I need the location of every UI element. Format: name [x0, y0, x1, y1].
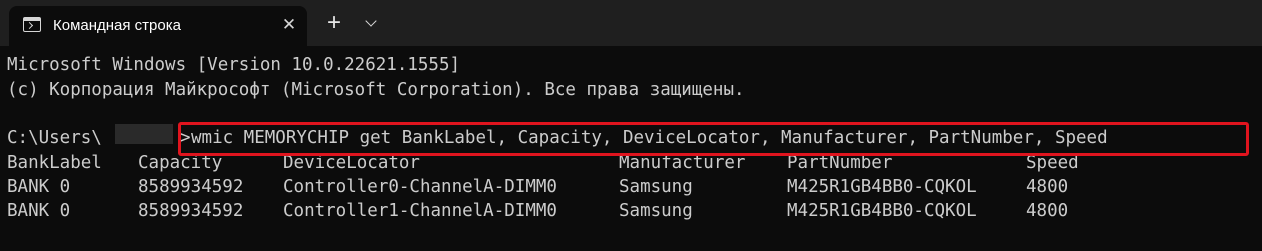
tab-title: Командная строка — [53, 17, 181, 34]
plus-icon[interactable]: + — [322, 11, 346, 36]
close-icon[interactable]: ✕ — [279, 15, 299, 35]
terminal-icon — [23, 17, 41, 32]
cell-bank-label: BANK 0 — [7, 201, 71, 221]
cell-manufacturer: Samsung — [619, 201, 693, 221]
cell-capacity: 8589934592 — [138, 177, 244, 197]
cell-manufacturer: Samsung — [619, 177, 693, 197]
console-copyright-line: (c) Корпорация Майкрософт (Microsoft Cor… — [7, 80, 745, 100]
cell-device-locator: Controller0-ChannelA-DIMM0 — [283, 177, 557, 197]
cell-bank-label: BANK 0 — [7, 177, 71, 197]
console-header-line: Microsoft Windows [Version 10.0.22621.15… — [7, 55, 461, 75]
command-highlight-box — [178, 122, 1249, 156]
redacted-username — [115, 124, 173, 144]
cell-speed: 4800 — [1026, 201, 1069, 221]
table-row: BANK 0 8589934592 Controller0-ChannelA-D… — [7, 176, 1247, 198]
column-header: BankLabel — [7, 153, 102, 173]
cell-capacity: 8589934592 — [138, 201, 244, 221]
cell-part-number: M425R1GB4BB0-CQKOL — [787, 177, 977, 197]
cell-device-locator: Controller1-ChannelA-DIMM0 — [283, 201, 557, 221]
tab-strip: Командная строка ✕ + — [0, 0, 1262, 46]
table-row: BANK 0 8589934592 Controller1-ChannelA-D… — [7, 200, 1247, 222]
tab-command-prompt[interactable]: Командная строка ✕ — [9, 6, 307, 46]
cell-part-number: M425R1GB4BB0-CQKOL — [787, 201, 977, 221]
cell-speed: 4800 — [1026, 177, 1069, 197]
prompt-prefix: C:\Users\ — [7, 128, 102, 148]
chevron-down-icon[interactable] — [362, 14, 382, 34]
